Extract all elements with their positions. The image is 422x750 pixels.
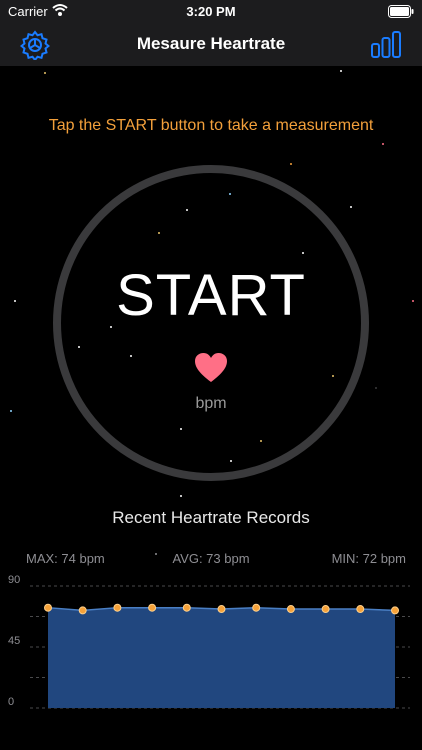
data-point xyxy=(78,606,87,615)
data-point xyxy=(356,605,365,614)
data-point xyxy=(321,605,330,614)
data-point xyxy=(148,603,157,612)
data-point xyxy=(217,605,226,614)
data-point xyxy=(391,606,399,615)
start-button[interactable]: START xyxy=(0,262,422,329)
data-point xyxy=(252,603,261,612)
navigation-bar: Mesaure Heartrate xyxy=(0,24,422,66)
status-time: 3:20 PM xyxy=(186,4,236,19)
data-point xyxy=(113,603,122,612)
heartrate-chart: 0 45 90 xyxy=(8,574,410,709)
page-title: Mesaure Heartrate xyxy=(136,34,286,53)
y-tick-label: 0 xyxy=(8,696,14,708)
data-point xyxy=(286,605,295,614)
bar-chart-icon[interactable] xyxy=(370,30,402,60)
status-bar: Carrier 3:20 PM xyxy=(0,0,422,24)
heart-icon xyxy=(195,353,227,382)
battery-icon xyxy=(388,5,414,18)
data-point xyxy=(182,603,191,612)
data-point xyxy=(44,603,52,612)
min-stat: MIN: 72 bpm xyxy=(331,551,406,566)
records-title: Recent Heartrate Records xyxy=(112,508,310,527)
instruction-text: Tap the START button to take a measureme… xyxy=(48,117,374,134)
y-tick-label: 90 xyxy=(8,574,20,586)
bpm-label: bpm xyxy=(195,395,227,412)
y-tick-label: 45 xyxy=(8,635,20,647)
area-fill xyxy=(48,607,395,708)
